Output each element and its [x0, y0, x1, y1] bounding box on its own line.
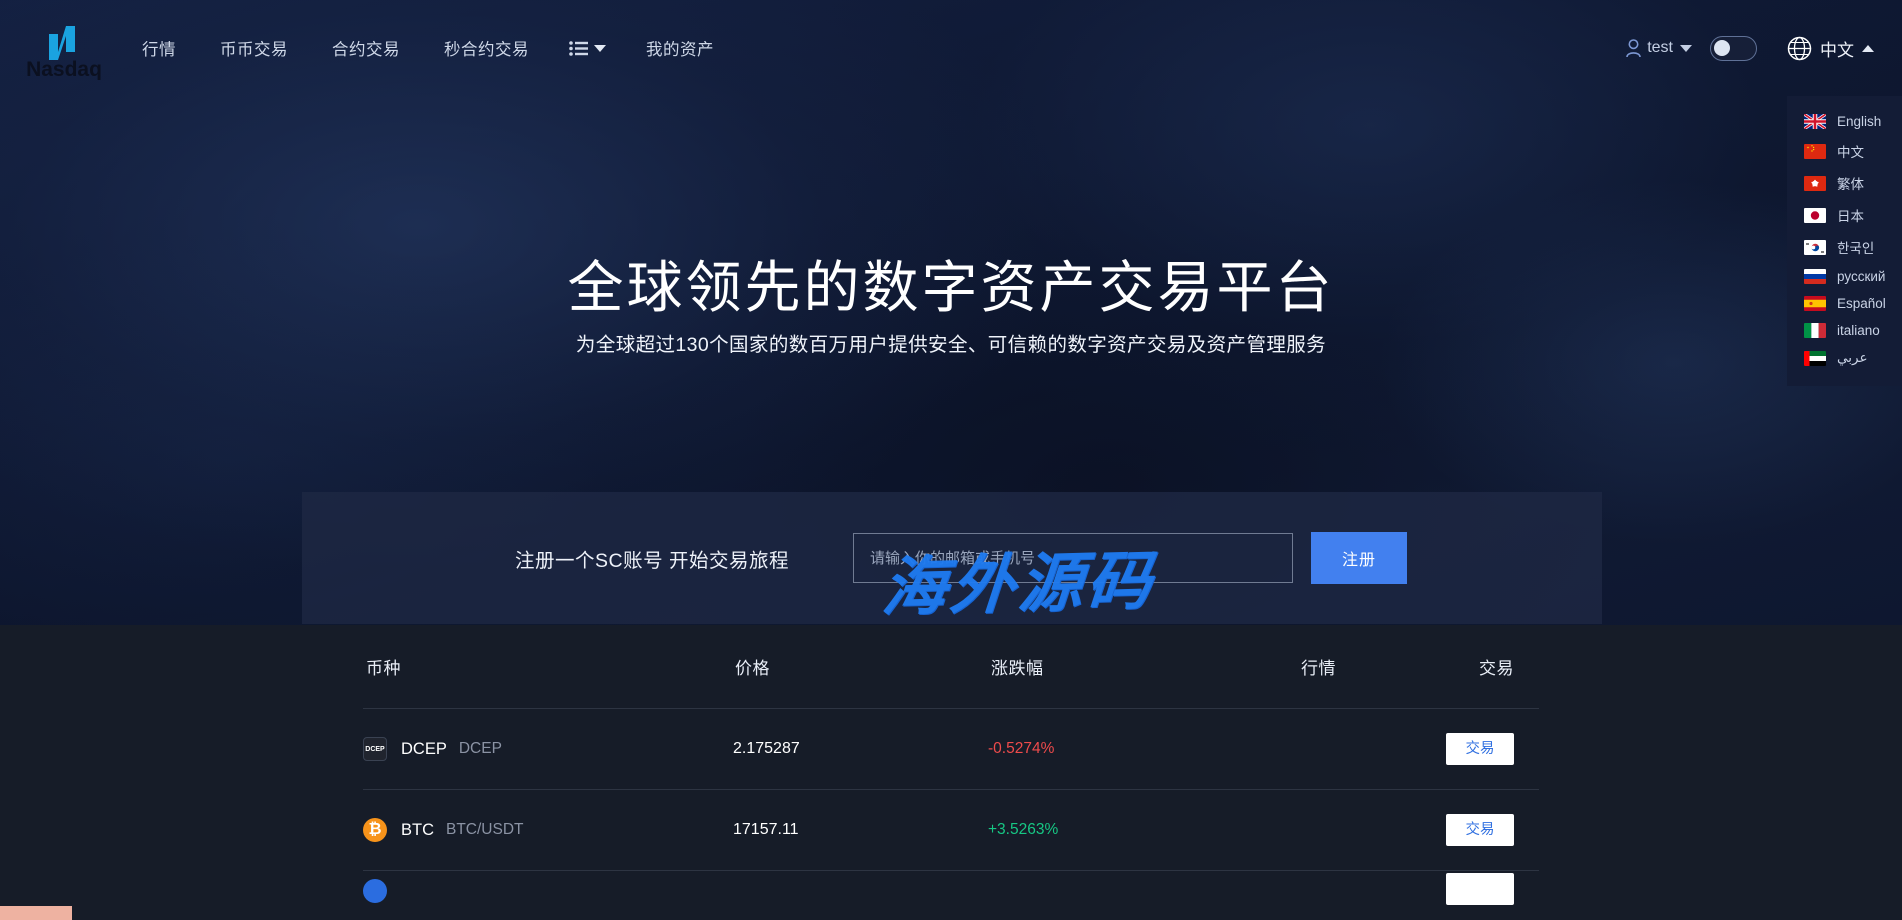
- flag-hk-icon: [1804, 175, 1826, 191]
- header-right-controls: test 中文: [1625, 0, 1874, 96]
- table-row[interactable]: [363, 871, 1539, 911]
- flag-kr-icon: [1804, 239, 1826, 255]
- price-value: 17157.11: [733, 821, 799, 838]
- theme-toggle[interactable]: [1710, 35, 1757, 61]
- column-header-market: 行情: [1301, 659, 1336, 678]
- svg-text:Nasdaq: Nasdaq: [26, 58, 102, 80]
- nav-item-my-assets[interactable]: 我的资产: [624, 36, 736, 60]
- language-option-russian[interactable]: русский: [1787, 263, 1902, 290]
- coin-pair: DCEP: [458, 740, 502, 757]
- trade-button[interactable]: 交易: [1446, 814, 1514, 846]
- flag-cn-icon: [1804, 143, 1826, 159]
- user-menu[interactable]: test: [1625, 38, 1702, 58]
- chevron-up-icon: [1862, 44, 1874, 52]
- language-option-label: 中文: [1837, 145, 1864, 160]
- register-button[interactable]: 注册: [1311, 532, 1408, 584]
- globe-icon: [1787, 36, 1812, 60]
- chevron-down-icon: [594, 44, 606, 52]
- table-header-row: 币种 价格 涨跌幅 行情 交易: [363, 625, 1539, 709]
- column-header-coin: 币种: [366, 659, 401, 678]
- language-option-traditional[interactable]: 繁体: [1787, 167, 1902, 199]
- list-icon: [569, 40, 588, 56]
- nav-item-second-contract[interactable]: 秒合约交易: [422, 36, 551, 60]
- coin-pair: BTC/USDT: [446, 821, 524, 838]
- change-value: -0.5274%: [988, 740, 1055, 757]
- language-selector[interactable]: 中文: [1787, 36, 1874, 61]
- main-nav: 行情 币币交易 合约交易 秒合约交易 我的资产: [120, 0, 736, 96]
- language-option-japanese[interactable]: 日本: [1787, 199, 1902, 231]
- language-option-label: Español: [1837, 296, 1886, 311]
- market-table: 币种 价格 涨跌幅 行情 交易 DCEP DCEP DCEP 2.175287 …: [363, 625, 1539, 911]
- dcep-coin-icon: DCEP: [363, 737, 387, 761]
- cell-coin: [363, 879, 643, 903]
- coin-icon: [363, 879, 387, 903]
- flag-es-icon: [1804, 296, 1826, 311]
- language-option-korean[interactable]: 한국인: [1787, 231, 1902, 263]
- cell-coin: ₿ BTC BTC/USDT: [363, 818, 643, 842]
- trade-button[interactable]: 交易: [1446, 733, 1514, 765]
- page-root: Nasdaq 行情 币币交易 合约交易 秒合约交易 我的资产 test 中文 E…: [0, 0, 1902, 920]
- trade-button[interactable]: [1446, 872, 1514, 905]
- hero-title: 全球领先的数字资产交易平台: [567, 256, 1335, 319]
- bottom-status-bar: [0, 906, 72, 920]
- username-label: test: [1647, 39, 1673, 56]
- nasdaq-logo[interactable]: Nasdaq: [25, 18, 103, 80]
- table-row[interactable]: DCEP DCEP DCEP 2.175287 -0.5274% 交易: [363, 709, 1539, 790]
- language-option-label: عربي: [1837, 350, 1868, 365]
- column-header-trade: 交易: [1479, 659, 1514, 678]
- cell-coin: DCEP DCEP DCEP: [363, 737, 643, 761]
- flag-jp-icon: [1804, 207, 1826, 223]
- coin-name: DCEP: [401, 739, 447, 758]
- current-language-label: 中文: [1820, 40, 1854, 60]
- price-value: 2.175287: [733, 740, 800, 757]
- registration-prompt: 注册一个SC账号 开始交易旅程: [515, 549, 790, 572]
- language-option-english[interactable]: English: [1787, 108, 1902, 135]
- market-table-section: 币种 价格 涨跌幅 行情 交易 DCEP DCEP DCEP 2.175287 …: [0, 625, 1902, 920]
- language-option-label: 繁体: [1837, 177, 1864, 192]
- nav-item-markets[interactable]: 行情: [120, 36, 198, 60]
- change-value: +3.5263%: [988, 821, 1059, 838]
- cell-trade: 交易: [1348, 814, 1538, 846]
- registration-panel: 注册一个SC账号 开始交易旅程 注册: [302, 492, 1602, 624]
- nav-more-menu[interactable]: [551, 40, 624, 56]
- column-header-change: 涨跌幅: [991, 659, 1044, 678]
- language-option-chinese[interactable]: 中文: [1787, 135, 1902, 167]
- cell-change: +3.5263%: [893, 821, 1158, 839]
- cell-change: -0.5274%: [893, 740, 1158, 758]
- language-option-label: 한국인: [1837, 241, 1875, 256]
- cell-price: 17157.11: [643, 821, 893, 839]
- nav-item-contract-trading[interactable]: 合约交易: [310, 36, 422, 60]
- flag-ru-icon: [1804, 269, 1826, 284]
- chevron-down-icon: [1680, 44, 1692, 52]
- language-dropdown: English 中文 繁体 日本 한국인 русский Español ita…: [1787, 96, 1902, 386]
- registration-email-input[interactable]: [853, 533, 1294, 583]
- coin-name: BTC: [401, 820, 434, 839]
- language-option-label: 日本: [1837, 209, 1864, 224]
- flag-ae-icon: [1804, 350, 1826, 366]
- btc-coin-icon: ₿: [363, 818, 387, 842]
- language-option-spanish[interactable]: Español: [1787, 290, 1902, 317]
- hero-subtitle: 为全球超过130个国家的数百万用户提供安全、可信赖的数字资产交易及资产管理服务: [575, 334, 1327, 356]
- nav-item-spot-trading[interactable]: 币币交易: [198, 36, 310, 60]
- flag-it-icon: [1804, 323, 1826, 338]
- table-row[interactable]: ₿ BTC BTC/USDT 17157.11 +3.5263% 交易: [363, 790, 1539, 871]
- user-icon: [1626, 38, 1642, 57]
- language-option-italian[interactable]: italiano: [1787, 317, 1902, 344]
- language-option-label: English: [1837, 114, 1882, 129]
- cell-price: 2.175287: [643, 740, 893, 758]
- column-header-price: 价格: [735, 659, 770, 678]
- language-option-arabic[interactable]: عربي: [1787, 344, 1902, 372]
- flag-uk-icon: [1804, 114, 1826, 129]
- cell-trade: 交易: [1348, 733, 1538, 765]
- toggle-knob: [1714, 39, 1730, 56]
- language-option-label: русский: [1837, 269, 1886, 284]
- cell-trade: [1348, 872, 1538, 910]
- site-header: Nasdaq 行情 币币交易 合约交易 秒合约交易 我的资产 test 中文 E…: [0, 0, 1902, 386]
- language-option-label: italiano: [1837, 323, 1880, 338]
- nasdaq-logo-icon: Nasdaq: [26, 26, 102, 80]
